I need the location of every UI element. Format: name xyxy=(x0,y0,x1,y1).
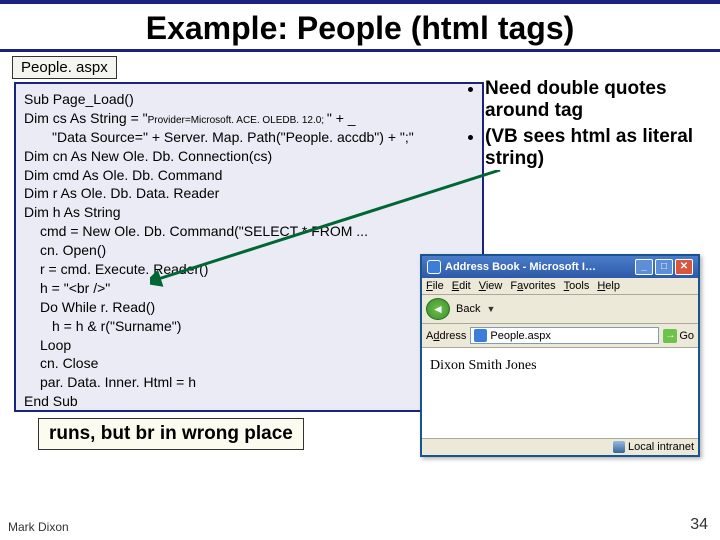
status-text: Local intranet xyxy=(628,441,694,453)
menu-file[interactable]: File xyxy=(426,280,444,292)
code-line: "Data Source=" + Server. Map. Path("Peop… xyxy=(24,128,474,147)
browser-toolbar: ◄ Back ▼ xyxy=(422,295,698,324)
menu-view[interactable]: View xyxy=(479,280,503,292)
browser-window: Address Book - Microsoft I… _ □ ✕ File E… xyxy=(420,254,700,457)
intranet-icon xyxy=(613,441,625,453)
title-underline xyxy=(0,49,720,52)
address-bar: Address People.aspx → Go xyxy=(422,324,698,348)
code-line: Sub Page_Load() xyxy=(24,90,474,109)
close-button[interactable]: ✕ xyxy=(675,259,693,275)
code-line: r = cmd. Execute. Reader() xyxy=(24,260,474,279)
bullet-item: (VB sees html as literal string) xyxy=(485,126,720,170)
address-value: People.aspx xyxy=(490,330,551,342)
code-line: Dim r As Ole. Db. Data. Reader xyxy=(24,184,474,203)
slide-title: Example: People (html tags) xyxy=(0,4,720,49)
minimize-button[interactable]: _ xyxy=(635,259,653,275)
address-label: Address xyxy=(426,330,466,342)
caption: runs, but br in wrong place xyxy=(38,418,304,450)
code-line: cmd = New Ole. Db. Command("SELECT * FRO… xyxy=(24,222,474,241)
browser-menubar: File Edit View Favorites Tools Help xyxy=(422,278,698,295)
code-line: Dim h As String xyxy=(24,203,474,222)
dropdown-icon[interactable]: ▼ xyxy=(486,304,495,314)
code-line: cn. Close xyxy=(24,354,474,373)
code-line: h = "<br />" xyxy=(24,279,474,298)
code-line: Dim cs As String = "Provider=Microsoft. … xyxy=(24,109,474,128)
go-icon: → xyxy=(663,329,677,343)
browser-statusbar: Local intranet xyxy=(422,438,698,455)
back-label: Back xyxy=(456,303,480,315)
menu-favorites[interactable]: Favorites xyxy=(510,280,555,292)
bullet-item: Need double quotes around tag xyxy=(485,78,720,122)
ie-icon xyxy=(427,260,441,274)
browser-content: Dixon Smith Jones xyxy=(422,348,698,438)
menu-edit[interactable]: Edit xyxy=(452,280,471,292)
maximize-button[interactable]: □ xyxy=(655,259,673,275)
code-block: Sub Page_Load() Dim cs As String = "Prov… xyxy=(14,82,484,412)
filename-label: People. aspx xyxy=(12,56,117,79)
address-input[interactable]: People.aspx xyxy=(470,327,659,344)
code-line: End Sub xyxy=(24,392,474,411)
code-line: Dim cmd As Ole. Db. Command xyxy=(24,166,474,185)
browser-titlebar: Address Book - Microsoft I… _ □ ✕ xyxy=(422,256,698,278)
page-number: 34 xyxy=(690,516,708,534)
page-icon xyxy=(474,329,487,342)
code-line: Loop xyxy=(24,336,474,355)
bullet-list: Need double quotes around tag (VB sees h… xyxy=(465,78,720,174)
code-line: Dim cn As New Ole. Db. Connection(cs) xyxy=(24,147,474,166)
code-line: cn. Open() xyxy=(24,241,474,260)
browser-title: Address Book - Microsoft I… xyxy=(445,261,596,273)
code-line: par. Data. Inner. Html = h xyxy=(24,373,474,392)
code-line: Do While r. Read() xyxy=(24,298,474,317)
go-button[interactable]: → Go xyxy=(663,329,694,343)
back-button[interactable]: ◄ xyxy=(426,298,450,320)
footer-author: Mark Dixon xyxy=(8,520,69,534)
menu-tools[interactable]: Tools xyxy=(564,280,590,292)
code-line: h = h & r("Surname") xyxy=(24,317,474,336)
menu-help[interactable]: Help xyxy=(597,280,620,292)
